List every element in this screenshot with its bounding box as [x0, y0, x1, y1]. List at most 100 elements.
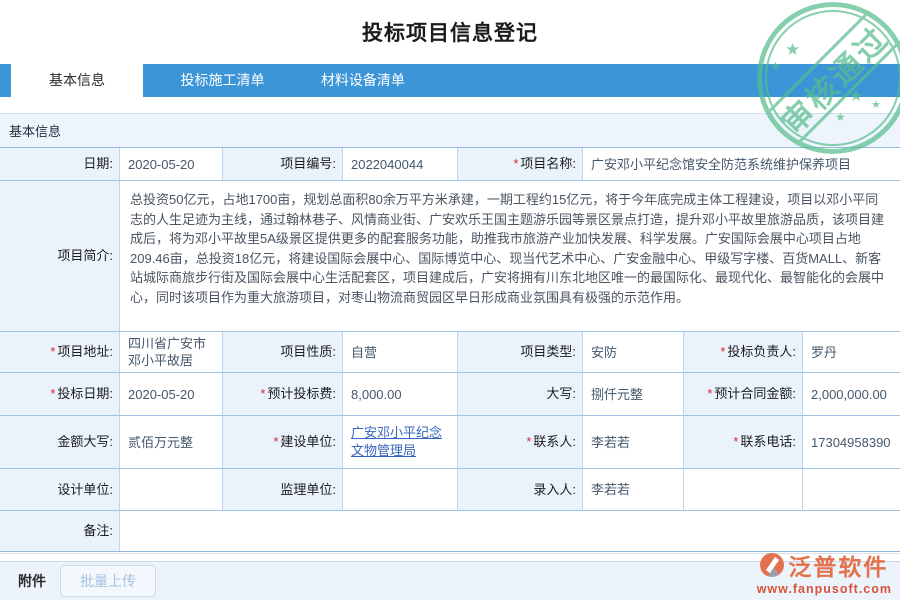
value-phone: 17304958390 — [803, 416, 900, 469]
label-project-name-text: 项目名称: — [520, 156, 576, 172]
value-est-contract-text: 2,000,000.00 — [811, 386, 887, 403]
label-type-text: 项目类型: — [520, 344, 576, 360]
tab-material-equipment-list[interactable]: 材料设备清单 — [295, 64, 431, 97]
label-date: 日期: — [0, 148, 120, 181]
required-mark: * — [707, 386, 712, 402]
required-mark: * — [50, 344, 55, 360]
value-project-no-text: 2022040044 — [351, 156, 423, 173]
label-nature: 项目性质: — [223, 332, 343, 373]
tab-bid-construction-list[interactable]: 投标施工清单 — [154, 64, 290, 97]
label-summary: 项目简介: — [0, 181, 120, 332]
value-amount-caps: 贰佰万元整 — [120, 416, 223, 469]
value-contact-text: 李若若 — [591, 434, 630, 451]
section-header: 基本信息 — [0, 113, 900, 147]
value-date: 2020-05-20 — [120, 148, 223, 181]
label-summary-text: 项目简介: — [57, 248, 113, 264]
value-build-unit: 广安邓小平纪念文物管理局 — [343, 416, 458, 469]
value-bid-date-text: 2020-05-20 — [128, 386, 195, 403]
label-project-no: 项目编号: — [223, 148, 343, 181]
label-est-contract-text: 预计合同金额: — [714, 386, 796, 402]
value-type: 安防 — [583, 332, 684, 373]
page-title: 投标项目信息登记 — [0, 17, 900, 47]
value-project-name-text: 广安邓小平纪念馆安全防范系统维护保养项目 — [591, 156, 851, 173]
value-remark — [120, 511, 900, 551]
value-phone-text: 17304958390 — [811, 434, 891, 451]
tab-bar: 基本信息 投标施工清单 材料设备清单 — [0, 64, 900, 97]
tab-basic-info[interactable]: 基本信息 — [11, 64, 143, 113]
value-bid-leader-text: 罗丹 — [811, 344, 837, 361]
value-date-text: 2020-05-20 — [128, 156, 195, 173]
label-nature-text: 项目性质: — [280, 344, 336, 360]
bid-project-registration-page: 投标项目信息登记 基本信息 投标施工清单 材料设备清单 基本信息 日期: 202… — [0, 0, 900, 600]
label-date-text: 日期: — [83, 156, 113, 172]
label-entry-person-text: 录入人: — [533, 482, 576, 498]
label-address: *项目地址: — [0, 332, 120, 373]
label-phone: *联系电话: — [684, 416, 803, 469]
label-design-unit: 设计单位: — [0, 469, 120, 511]
required-mark: * — [260, 386, 265, 402]
value-amount-caps-text: 贰佰万元整 — [128, 434, 193, 451]
fanpu-logo-url: www.fanpusoft.com — [757, 582, 892, 596]
basic-info-table: 日期: 2020-05-20 项目编号: 2022040044 *项目名称: 广… — [0, 147, 900, 552]
value-fee-caps-text: 捌仟元整 — [591, 386, 643, 403]
fanpu-logo-icon — [760, 553, 784, 577]
value-summary: 总投资50亿元，占地1700亩，规划总面积80余万平方米承建，一期工程约15亿元… — [120, 181, 900, 332]
fanpu-logo: 泛普软件 www.fanpusoft.com — [757, 548, 892, 596]
required-mark: * — [526, 434, 531, 450]
label-est-contract: *预计合同金额: — [684, 373, 803, 416]
value-project-name: 广安邓小平纪念馆安全防范系统维护保养项目 — [583, 148, 900, 181]
value-contact: 李若若 — [583, 416, 684, 469]
value-nature-text: 自营 — [351, 344, 377, 361]
required-mark: * — [50, 386, 55, 402]
value-entry-person: 李若若 — [583, 469, 684, 511]
value-fee-caps: 捌仟元整 — [583, 373, 684, 416]
label-remark-text: 备注: — [83, 523, 113, 539]
label-fee-caps: 大写: — [458, 373, 583, 416]
label-bid-date: *投标日期: — [0, 373, 120, 416]
value-nature: 自营 — [343, 332, 458, 373]
value-project-no: 2022040044 — [343, 148, 458, 181]
attachment-label: 附件 — [18, 571, 46, 591]
value-bid-date: 2020-05-20 — [120, 373, 223, 416]
label-entry-person: 录入人: — [458, 469, 583, 511]
required-mark: * — [733, 434, 738, 450]
label-amount-caps-text: 金额大写: — [57, 434, 113, 450]
label-type: 项目类型: — [458, 332, 583, 373]
value-supervise-unit — [343, 469, 458, 511]
required-mark: * — [273, 434, 278, 450]
value-bid-leader: 罗丹 — [803, 332, 900, 373]
batch-upload-button[interactable]: 批量上传 — [60, 565, 156, 597]
build-unit-link[interactable]: 广安邓小平纪念文物管理局 — [351, 424, 453, 460]
value-est-bid-fee: 8,000.00 — [343, 373, 458, 416]
label-contact: *联系人: — [458, 416, 583, 469]
value-summary-text: 总投资50亿元，占地1700亩，规划总面积80余万平方米承建，一期工程约15亿元… — [130, 190, 888, 307]
value-est-contract: 2,000,000.00 — [803, 373, 900, 416]
empty-cell — [803, 469, 900, 511]
label-supervise-unit-text: 监理单位: — [280, 482, 336, 498]
value-type-text: 安防 — [591, 344, 617, 361]
fanpu-logo-text: 泛普软件 — [788, 548, 888, 582]
value-entry-person-text: 李若若 — [591, 481, 630, 498]
label-contact-text: 联系人: — [533, 434, 576, 450]
label-amount-caps: 金额大写: — [0, 416, 120, 469]
value-est-bid-fee-text: 8,000.00 — [351, 386, 402, 403]
value-design-unit — [120, 469, 223, 511]
label-est-bid-fee: *预计投标费: — [223, 373, 343, 416]
label-address-text: 项目地址: — [57, 344, 113, 360]
value-address-text: 四川省广安市邓小平故居 — [128, 335, 218, 369]
label-phone-text: 联系电话: — [740, 434, 796, 450]
empty-cell — [684, 469, 803, 511]
label-bid-date-text: 投标日期: — [57, 386, 113, 402]
label-supervise-unit: 监理单位: — [223, 469, 343, 511]
required-mark: * — [720, 344, 725, 360]
label-build-unit: *建设单位: — [223, 416, 343, 469]
label-fee-caps-text: 大写: — [546, 386, 576, 402]
label-bid-leader: *投标负责人: — [684, 332, 803, 373]
required-mark: * — [513, 156, 518, 172]
label-project-no-text: 项目编号: — [280, 156, 336, 172]
value-address: 四川省广安市邓小平故居 — [120, 332, 223, 373]
label-est-bid-fee-text: 预计投标费: — [267, 386, 336, 402]
label-project-name: *项目名称: — [458, 148, 583, 181]
label-bid-leader-text: 投标负责人: — [727, 344, 796, 360]
label-build-unit-text: 建设单位: — [280, 434, 336, 450]
